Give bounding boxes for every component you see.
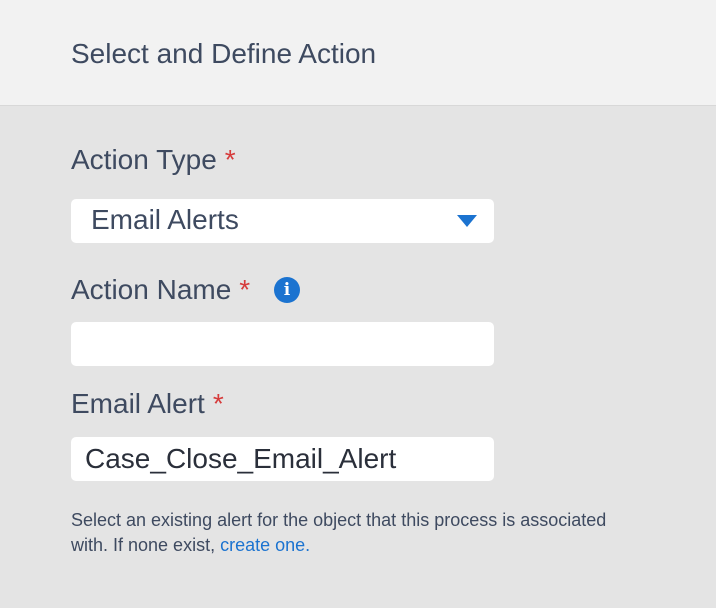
help-text: Select an existing alert for the object … [71, 508, 631, 558]
panel-header: Select and Define Action [0, 0, 716, 106]
email-alert-label-text: Email Alert [71, 388, 205, 419]
required-asterisk: * [224, 144, 236, 175]
action-name-label-text: Action Name [71, 274, 232, 305]
panel-title: Select and Define Action [71, 38, 377, 69]
info-icon[interactable]: i [274, 277, 300, 303]
action-type-selected-value: Email Alerts [91, 204, 239, 235]
create-one-link[interactable]: create one. [220, 535, 310, 555]
chevron-down-icon [457, 215, 477, 227]
required-asterisk: * [212, 388, 224, 419]
action-type-label-text: Action Type [71, 144, 217, 175]
action-type-label: Action Type * [71, 144, 236, 176]
email-alert-label: Email Alert * [71, 388, 224, 420]
required-asterisk: * [239, 274, 251, 305]
help-text-body: Select an existing alert for the object … [71, 510, 607, 555]
action-name-label: Action Name * [71, 274, 250, 306]
action-name-input[interactable] [71, 322, 494, 366]
define-action-panel: Select and Define Action Action Type * Em… [0, 0, 716, 608]
action-name-field[interactable] [71, 322, 494, 366]
email-alert-field[interactable] [71, 437, 494, 481]
action-type-select[interactable]: Email Alerts [71, 199, 494, 243]
email-alert-input[interactable] [71, 437, 494, 481]
